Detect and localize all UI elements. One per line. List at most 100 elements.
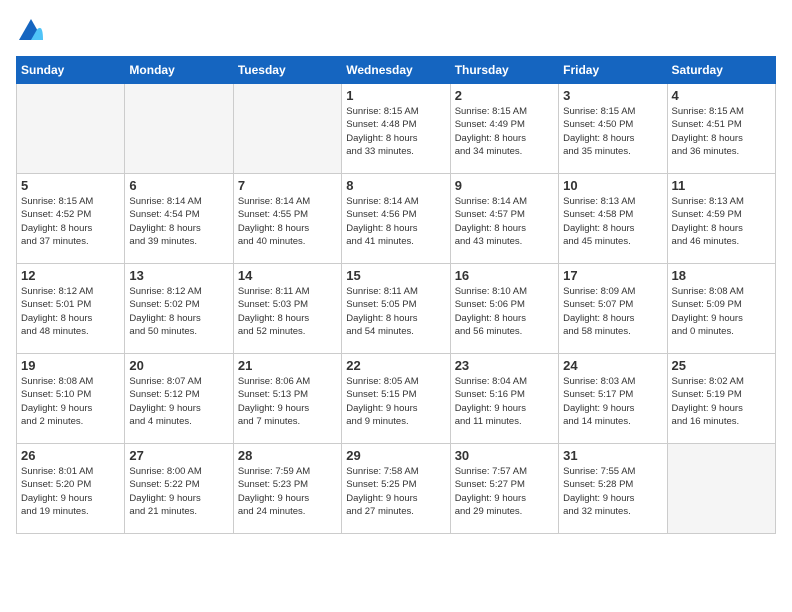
day-number: 30	[455, 448, 554, 463]
day-number: 11	[672, 178, 771, 193]
calendar-cell	[125, 84, 233, 174]
day-number: 9	[455, 178, 554, 193]
calendar-cell: 4 Sunrise: 8:15 AM Sunset: 4:51 PM Daylig…	[667, 84, 775, 174]
calendar-cell: 28 Sunrise: 7:59 AM Sunset: 5:23 PM Dayli…	[233, 444, 341, 534]
day-info: Sunrise: 8:07 AM Sunset: 5:12 PM Dayligh…	[129, 375, 228, 428]
calendar-cell: 30 Sunrise: 7:57 AM Sunset: 5:27 PM Dayli…	[450, 444, 558, 534]
calendar-cell: 20 Sunrise: 8:07 AM Sunset: 5:12 PM Dayli…	[125, 354, 233, 444]
day-info: Sunrise: 8:15 AM Sunset: 4:50 PM Dayligh…	[563, 105, 662, 158]
calendar-cell: 16 Sunrise: 8:10 AM Sunset: 5:06 PM Dayli…	[450, 264, 558, 354]
day-info: Sunrise: 8:02 AM Sunset: 5:19 PM Dayligh…	[672, 375, 771, 428]
calendar-cell: 2Sunrise: 8:15 AM Sunset: 4:49 PM Daylig…	[450, 84, 558, 174]
calendar-cell: 21 Sunrise: 8:06 AM Sunset: 5:13 PM Dayli…	[233, 354, 341, 444]
calendar-cell: 14 Sunrise: 8:11 AM Sunset: 5:03 PM Dayli…	[233, 264, 341, 354]
day-number: 28	[238, 448, 337, 463]
day-number: 7	[238, 178, 337, 193]
day-info: Sunrise: 8:12 AM Sunset: 5:02 PM Dayligh…	[129, 285, 228, 338]
day-info: Sunrise: 8:15 AM Sunset: 4:48 PM Dayligh…	[346, 105, 445, 158]
day-number: 5	[21, 178, 120, 193]
calendar-cell	[233, 84, 341, 174]
day-number: 8	[346, 178, 445, 193]
calendar-cell	[667, 444, 775, 534]
calendar-cell: 24 Sunrise: 8:03 AM Sunset: 5:17 PM Dayli…	[559, 354, 667, 444]
day-info: Sunrise: 8:15 AM Sunset: 4:51 PM Dayligh…	[672, 105, 771, 158]
day-info: Sunrise: 7:57 AM Sunset: 5:27 PM Dayligh…	[455, 465, 554, 518]
day-number: 21	[238, 358, 337, 373]
day-number: 26	[21, 448, 120, 463]
calendar-day-header: Saturday	[667, 57, 775, 84]
calendar-cell: 7 Sunrise: 8:14 AM Sunset: 4:55 PM Daylig…	[233, 174, 341, 264]
calendar-cell: 29Sunrise: 7:58 AM Sunset: 5:25 PM Dayli…	[342, 444, 450, 534]
day-info: Sunrise: 8:15 AM Sunset: 4:52 PM Dayligh…	[21, 195, 120, 248]
day-info: Sunrise: 8:12 AM Sunset: 5:01 PM Dayligh…	[21, 285, 120, 338]
calendar-cell: 9 Sunrise: 8:14 AM Sunset: 4:57 PM Daylig…	[450, 174, 558, 264]
day-number: 15	[346, 268, 445, 283]
day-info: Sunrise: 8:09 AM Sunset: 5:07 PM Dayligh…	[563, 285, 662, 338]
calendar-day-header: Thursday	[450, 57, 558, 84]
calendar-cell: 15 Sunrise: 8:11 AM Sunset: 5:05 PM Dayli…	[342, 264, 450, 354]
day-number: 16	[455, 268, 554, 283]
calendar-cell: 31 Sunrise: 7:55 AM Sunset: 5:28 PM Dayli…	[559, 444, 667, 534]
calendar-cell: 6Sunrise: 8:14 AM Sunset: 4:54 PM Daylig…	[125, 174, 233, 264]
day-number: 14	[238, 268, 337, 283]
calendar-week-row: 19 Sunrise: 8:08 AM Sunset: 5:10 PM Dayli…	[17, 354, 776, 444]
day-number: 4	[672, 88, 771, 103]
day-info: Sunrise: 8:00 AM Sunset: 5:22 PM Dayligh…	[129, 465, 228, 518]
day-info: Sunrise: 8:05 AM Sunset: 5:15 PM Dayligh…	[346, 375, 445, 428]
calendar-week-row: 12 Sunrise: 8:12 AM Sunset: 5:01 PM Dayli…	[17, 264, 776, 354]
calendar-cell: 25 Sunrise: 8:02 AM Sunset: 5:19 PM Dayli…	[667, 354, 775, 444]
calendar-week-row: 26 Sunrise: 8:01 AM Sunset: 5:20 PM Dayli…	[17, 444, 776, 534]
day-number: 19	[21, 358, 120, 373]
day-info: Sunrise: 8:10 AM Sunset: 5:06 PM Dayligh…	[455, 285, 554, 338]
day-info: Sunrise: 8:13 AM Sunset: 4:58 PM Dayligh…	[563, 195, 662, 248]
day-info: Sunrise: 8:06 AM Sunset: 5:13 PM Dayligh…	[238, 375, 337, 428]
calendar-day-header: Tuesday	[233, 57, 341, 84]
calendar-cell: 27 Sunrise: 8:00 AM Sunset: 5:22 PM Dayli…	[125, 444, 233, 534]
day-number: 20	[129, 358, 228, 373]
calendar-cell: 13 Sunrise: 8:12 AM Sunset: 5:02 PM Dayli…	[125, 264, 233, 354]
day-info: Sunrise: 8:04 AM Sunset: 5:16 PM Dayligh…	[455, 375, 554, 428]
day-info: Sunrise: 8:11 AM Sunset: 5:03 PM Dayligh…	[238, 285, 337, 338]
day-number: 10	[563, 178, 662, 193]
calendar-cell: 18Sunrise: 8:08 AM Sunset: 5:09 PM Dayli…	[667, 264, 775, 354]
day-info: Sunrise: 8:03 AM Sunset: 5:17 PM Dayligh…	[563, 375, 662, 428]
calendar-cell: 23 Sunrise: 8:04 AM Sunset: 5:16 PM Dayli…	[450, 354, 558, 444]
calendar-header-row: SundayMondayTuesdayWednesdayThursdayFrid…	[17, 57, 776, 84]
day-number: 12	[21, 268, 120, 283]
day-info: Sunrise: 8:13 AM Sunset: 4:59 PM Dayligh…	[672, 195, 771, 248]
calendar-day-header: Monday	[125, 57, 233, 84]
logo	[16, 16, 50, 46]
day-info: Sunrise: 8:14 AM Sunset: 4:55 PM Dayligh…	[238, 195, 337, 248]
day-number: 25	[672, 358, 771, 373]
day-info: Sunrise: 8:15 AM Sunset: 4:49 PM Dayligh…	[455, 105, 554, 158]
day-number: 23	[455, 358, 554, 373]
calendar-cell: 22 Sunrise: 8:05 AM Sunset: 5:15 PM Dayli…	[342, 354, 450, 444]
logo-icon	[16, 16, 46, 46]
day-number: 13	[129, 268, 228, 283]
page-header	[16, 16, 776, 46]
day-info: Sunrise: 8:11 AM Sunset: 5:05 PM Dayligh…	[346, 285, 445, 338]
calendar-day-header: Sunday	[17, 57, 125, 84]
day-number: 27	[129, 448, 228, 463]
calendar-cell: 8 Sunrise: 8:14 AM Sunset: 4:56 PM Daylig…	[342, 174, 450, 264]
day-info: Sunrise: 8:08 AM Sunset: 5:10 PM Dayligh…	[21, 375, 120, 428]
day-info: Sunrise: 8:14 AM Sunset: 4:56 PM Dayligh…	[346, 195, 445, 248]
calendar-week-row: 1Sunrise: 8:15 AM Sunset: 4:48 PM Daylig…	[17, 84, 776, 174]
calendar-cell	[17, 84, 125, 174]
calendar-cell: 12 Sunrise: 8:12 AM Sunset: 5:01 PM Dayli…	[17, 264, 125, 354]
day-number: 31	[563, 448, 662, 463]
calendar-cell: 10 Sunrise: 8:13 AM Sunset: 4:58 PM Dayli…	[559, 174, 667, 264]
day-number: 24	[563, 358, 662, 373]
day-number: 17	[563, 268, 662, 283]
day-info: Sunrise: 8:01 AM Sunset: 5:20 PM Dayligh…	[21, 465, 120, 518]
calendar-day-header: Wednesday	[342, 57, 450, 84]
day-number: 29	[346, 448, 445, 463]
day-info: Sunrise: 7:55 AM Sunset: 5:28 PM Dayligh…	[563, 465, 662, 518]
day-info: Sunrise: 8:14 AM Sunset: 4:57 PM Dayligh…	[455, 195, 554, 248]
calendar-cell: 19 Sunrise: 8:08 AM Sunset: 5:10 PM Dayli…	[17, 354, 125, 444]
day-info: Sunrise: 7:59 AM Sunset: 5:23 PM Dayligh…	[238, 465, 337, 518]
calendar-day-header: Friday	[559, 57, 667, 84]
day-number: 6	[129, 178, 228, 193]
day-number: 18	[672, 268, 771, 283]
day-number: 22	[346, 358, 445, 373]
